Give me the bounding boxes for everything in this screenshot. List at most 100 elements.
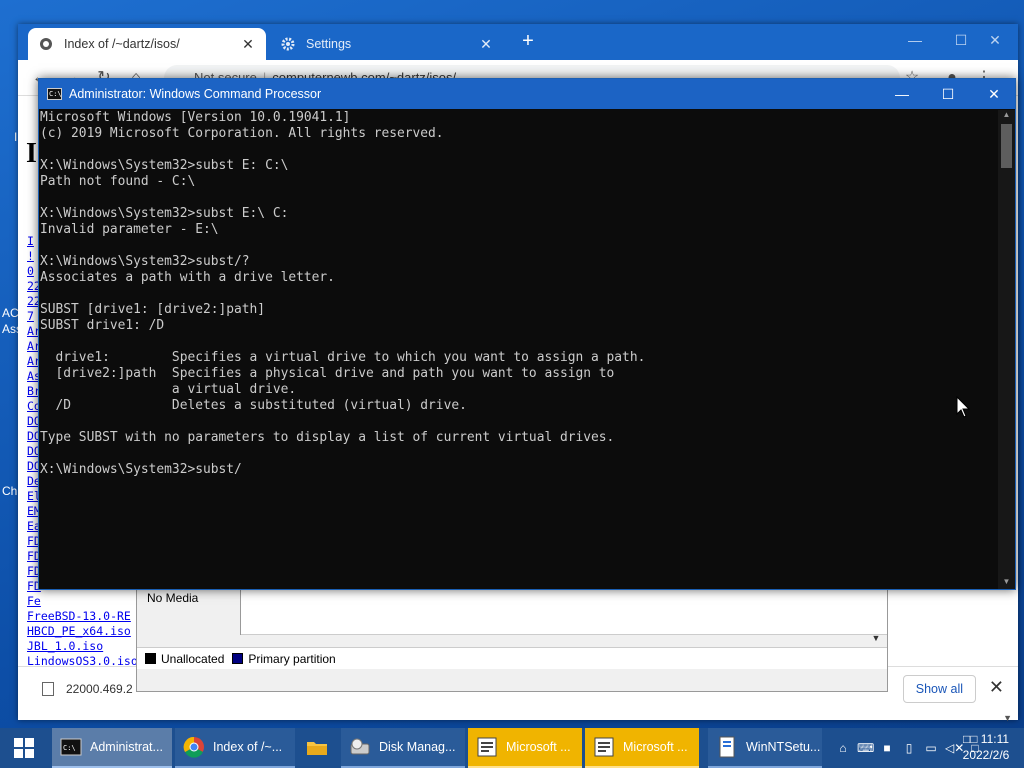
file-icon (42, 682, 54, 696)
disk-label[interactable]: No Media (137, 589, 241, 635)
download-item[interactable]: 22000.469.2 (42, 677, 133, 701)
minimize-icon[interactable]: — (879, 79, 925, 109)
scroll-down-icon[interactable]: ▼ (998, 577, 1015, 589)
page-title: I (26, 138, 37, 169)
console-line: X:\Windows\System32>subst E:\ C: (40, 206, 289, 221)
file-link[interactable]: FreeBSD-13.0-RE (27, 609, 138, 624)
disk-legend: Unallocated Primary partition (137, 647, 887, 669)
scrollbar-thumb[interactable] (1001, 124, 1012, 168)
disk-row: No Media (137, 589, 887, 635)
start-button[interactable] (0, 728, 48, 768)
desktop-icon-label[interactable]: AC (2, 306, 19, 320)
color-icon[interactable]: ■ (879, 740, 895, 756)
console-line: X:\Windows\System32>subst E: C:\ (40, 158, 289, 173)
tab-strip: Index of /~dartz/isos/ ✕ Settings ✕ + — … (18, 24, 1018, 60)
document-icon (593, 736, 615, 758)
taskbar-item[interactable]: WinNTSetu... (708, 728, 822, 768)
keyboard-icon[interactable]: ⌨ (857, 740, 874, 756)
taskbar-item-label: Microsoft ... (623, 740, 688, 754)
console-output[interactable]: Microsoft Windows [Version 10.0.19041.1]… (40, 110, 998, 588)
console-line: Associates a path with a drive letter. (40, 270, 335, 285)
command-prompt-window: C:\ Administrator: Windows Command Proce… (38, 78, 1016, 590)
vertical-scrollbar[interactable]: ▲ ▼ (998, 110, 1015, 589)
taskbar-item[interactable]: Microsoft ... (468, 728, 582, 768)
taskbar-item[interactable]: Disk Manag... (341, 728, 465, 768)
minimize-icon[interactable]: — (892, 24, 938, 56)
network-icon[interactable]: ⌂ (835, 740, 851, 756)
close-download-bar-icon[interactable]: ✕ (989, 677, 1004, 698)
tab-title: Index of /~dartz/isos/ (64, 37, 180, 51)
mouse-pointer-icon (956, 396, 970, 418)
console-line: Microsoft Windows [Version 10.0.19041.1] (40, 110, 351, 125)
taskbar-item[interactable]: Index of /~... (175, 728, 295, 768)
console-line: SUBST drive1: /D (40, 318, 165, 333)
close-tab-icon[interactable]: ✕ (240, 36, 256, 53)
taskbar: C:\ Administrat... Index of /~... Disk Mana… (0, 728, 1024, 768)
taskbar-item-label: Administrat... (90, 740, 163, 754)
windows-logo-icon (14, 738, 34, 758)
title-bar[interactable]: C:\ Administrator: Windows Command Proce… (39, 79, 1015, 109)
taskbar-item[interactable]: Microsoft ... (585, 728, 699, 768)
power-icon[interactable]: ▭ (923, 740, 939, 756)
console-line: Path not found - C:\ (40, 174, 196, 189)
taskbar-item[interactable] (298, 728, 338, 768)
file-link[interactable]: HBCD_PE_x64.iso (27, 624, 138, 639)
console-line: /D Deletes a substituted (virtual) drive… (40, 398, 467, 413)
desktop-icon-label[interactable]: I (14, 130, 17, 144)
legend-swatch-unallocated (145, 653, 156, 664)
folder-icon (306, 737, 328, 759)
desktop-icon-label[interactable]: Ch (2, 484, 17, 498)
file-link[interactable]: JBL_1.0.iso (27, 639, 138, 654)
setup-icon (716, 736, 738, 758)
close-tab-icon[interactable]: ✕ (478, 36, 494, 53)
chrome-icon (183, 736, 205, 758)
console-line: SUBST [drive1: [drive2:]path] (40, 302, 266, 317)
disk-management-icon (349, 736, 371, 758)
console-line: (c) 2019 Microsoft Corporation. All righ… (40, 126, 444, 141)
console-line: drive1: Specifies a virtual drive to whi… (40, 350, 646, 365)
console-line: a virtual drive. (40, 382, 297, 397)
close-icon[interactable]: ✕ (971, 79, 1017, 109)
clock-time: □□ 11:11 (962, 732, 1010, 746)
clock[interactable]: □□ 11:11 2022/2/6 (956, 731, 1016, 763)
console-line: X:\Windows\System32>subst/ (40, 462, 242, 477)
svg-text:C:\: C:\ (63, 744, 76, 752)
window-title: Administrator: Windows Command Processor (69, 87, 322, 101)
console-line: [drive2:]path Specifies a physical drive… (40, 366, 615, 381)
tab-title: Settings (306, 37, 352, 51)
taskbar-item-label: Index of /~... (213, 740, 283, 754)
taskbar-item-label: Disk Manag... (379, 740, 456, 754)
usb-icon[interactable]: ▯ (901, 740, 917, 756)
maximize-icon[interactable]: ☐ (925, 79, 971, 109)
legend-label: Unallocated (161, 651, 225, 666)
console-line: Type SUBST with no parameters to display… (40, 430, 615, 445)
taskbar-item-label: WinNTSetu... (746, 740, 821, 754)
download-filename: 22000.469.2 (66, 682, 133, 696)
clock-date: 2022/2/6 (962, 748, 1010, 762)
tab-settings[interactable]: Settings ✕ (270, 28, 504, 60)
file-link[interactable]: Fe (27, 594, 138, 609)
site-favicon-icon (38, 36, 54, 52)
taskbar-item[interactable]: C:\ Administrat... (52, 728, 172, 768)
legend-swatch-primary (232, 653, 244, 664)
close-icon[interactable]: ✕ (972, 24, 1018, 56)
legend-label: Primary partition (248, 651, 336, 666)
console-line: X:\Windows\System32>subst/? (40, 254, 250, 269)
show-all-downloads-button[interactable]: Show all (902, 675, 976, 703)
cmd-icon: C:\ (60, 736, 82, 758)
new-tab-button[interactable]: + (516, 30, 540, 53)
tab-index-of-isos[interactable]: Index of /~dartz/isos/ ✕ (28, 28, 266, 60)
document-icon (476, 736, 498, 758)
cmd-icon[interactable]: C:\ (47, 88, 62, 100)
scroll-down-icon[interactable]: ▼ (869, 589, 883, 649)
scroll-up-icon[interactable]: ▲ (998, 110, 1015, 122)
console-line: Invalid parameter - E:\ (40, 222, 219, 237)
scroll-down-icon[interactable]: ▼ (1003, 713, 1012, 723)
